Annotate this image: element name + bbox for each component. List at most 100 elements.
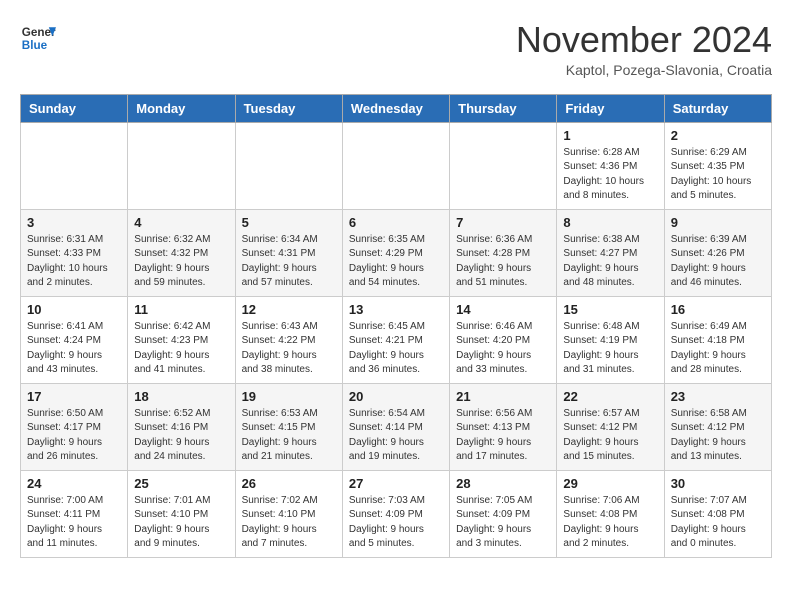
calendar-day-cell: 2 Sunrise: 6:29 AM Sunset: 4:35 PM Daylig… bbox=[664, 122, 771, 209]
day-number: 18 bbox=[134, 389, 228, 404]
calendar-day-cell: 17 Sunrise: 6:50 AM Sunset: 4:17 PM Dayli… bbox=[21, 383, 128, 470]
day-of-week-header: Saturday bbox=[664, 94, 771, 122]
day-of-week-header: Thursday bbox=[450, 94, 557, 122]
day-info: Sunrise: 7:06 AM Sunset: 4:08 PM Dayligh… bbox=[563, 494, 657, 552]
day-number: 16 bbox=[671, 302, 765, 317]
day-number: 23 bbox=[671, 389, 765, 404]
calendar-week-row: 17 Sunrise: 6:50 AM Sunset: 4:17 PM Dayli… bbox=[21, 383, 772, 470]
day-info: Sunrise: 6:36 AM Sunset: 4:28 PM Dayligh… bbox=[456, 233, 550, 291]
day-info: Sunrise: 6:31 AM Sunset: 4:33 PM Dayligh… bbox=[27, 233, 121, 291]
calendar-header-row: SundayMondayTuesdayWednesdayThursdayFrid… bbox=[21, 94, 772, 122]
day-number: 1 bbox=[563, 128, 657, 143]
calendar-day-cell: 22Sunrise: 6:57 AM Sunset: 4:12 PM Dayli… bbox=[557, 383, 664, 470]
day-number: 14 bbox=[456, 302, 550, 317]
day-info: Sunrise: 6:38 AM Sunset: 4:27 PM Dayligh… bbox=[563, 233, 657, 291]
day-number: 12 bbox=[242, 302, 336, 317]
calendar-day-cell bbox=[235, 122, 342, 209]
day-number: 8 bbox=[563, 215, 657, 230]
day-info: Sunrise: 6:35 AM Sunset: 4:29 PM Dayligh… bbox=[349, 233, 443, 291]
day-info: Sunrise: 6:54 AM Sunset: 4:14 PM Dayligh… bbox=[349, 407, 443, 465]
calendar-week-row: 1 Sunrise: 6:28 AM Sunset: 4:36 PM Daylig… bbox=[21, 122, 772, 209]
day-info: Sunrise: 7:07 AM Sunset: 4:08 PM Dayligh… bbox=[671, 494, 765, 552]
day-info: Sunrise: 6:45 AM Sunset: 4:21 PM Dayligh… bbox=[349, 320, 443, 378]
day-info: Sunrise: 6:56 AM Sunset: 4:13 PM Dayligh… bbox=[456, 407, 550, 465]
calendar-day-cell: 28 Sunrise: 7:05 AM Sunset: 4:09 PM Dayli… bbox=[450, 470, 557, 557]
day-of-week-header: Monday bbox=[128, 94, 235, 122]
logo-icon: General Blue bbox=[20, 20, 56, 56]
day-number: 7 bbox=[456, 215, 550, 230]
calendar-day-cell: 8 Sunrise: 6:38 AM Sunset: 4:27 PM Daylig… bbox=[557, 209, 664, 296]
day-info: Sunrise: 6:46 AM Sunset: 4:20 PM Dayligh… bbox=[456, 320, 550, 378]
month-title: November 2024 bbox=[516, 20, 772, 60]
day-info: Sunrise: 6:50 AM Sunset: 4:17 PM Dayligh… bbox=[27, 407, 121, 465]
calendar-day-cell: 9 Sunrise: 6:39 AM Sunset: 4:26 PM Daylig… bbox=[664, 209, 771, 296]
svg-text:Blue: Blue bbox=[22, 39, 48, 52]
calendar-table: SundayMondayTuesdayWednesdayThursdayFrid… bbox=[20, 94, 772, 558]
day-number: 25 bbox=[134, 476, 228, 491]
calendar-day-cell: 3 Sunrise: 6:31 AM Sunset: 4:33 PM Daylig… bbox=[21, 209, 128, 296]
day-number: 20 bbox=[349, 389, 443, 404]
day-number: 9 bbox=[671, 215, 765, 230]
calendar-day-cell bbox=[128, 122, 235, 209]
day-of-week-header: Sunday bbox=[21, 94, 128, 122]
day-number: 24 bbox=[27, 476, 121, 491]
day-info: Sunrise: 6:49 AM Sunset: 4:18 PM Dayligh… bbox=[671, 320, 765, 378]
calendar-day-cell: 7 Sunrise: 6:36 AM Sunset: 4:28 PM Daylig… bbox=[450, 209, 557, 296]
header: General Blue November 2024 Kaptol, Pozeg… bbox=[20, 20, 772, 78]
day-number: 17 bbox=[27, 389, 121, 404]
calendar-day-cell bbox=[450, 122, 557, 209]
day-info: Sunrise: 6:29 AM Sunset: 4:35 PM Dayligh… bbox=[671, 146, 765, 204]
day-number: 29 bbox=[563, 476, 657, 491]
calendar-week-row: 10 Sunrise: 6:41 AM Sunset: 4:24 PM Dayli… bbox=[21, 296, 772, 383]
day-number: 30 bbox=[671, 476, 765, 491]
day-info: Sunrise: 6:32 AM Sunset: 4:32 PM Dayligh… bbox=[134, 233, 228, 291]
day-number: 19 bbox=[242, 389, 336, 404]
calendar-week-row: 3 Sunrise: 6:31 AM Sunset: 4:33 PM Daylig… bbox=[21, 209, 772, 296]
calendar-day-cell bbox=[342, 122, 449, 209]
day-info: Sunrise: 6:41 AM Sunset: 4:24 PM Dayligh… bbox=[27, 320, 121, 378]
calendar-day-cell: 18 Sunrise: 6:52 AM Sunset: 4:16 PM Dayli… bbox=[128, 383, 235, 470]
day-number: 27 bbox=[349, 476, 443, 491]
calendar-day-cell: 6 Sunrise: 6:35 AM Sunset: 4:29 PM Daylig… bbox=[342, 209, 449, 296]
day-number: 10 bbox=[27, 302, 121, 317]
day-number: 13 bbox=[349, 302, 443, 317]
calendar-week-row: 24Sunrise: 7:00 AM Sunset: 4:11 PM Dayli… bbox=[21, 470, 772, 557]
calendar-day-cell: 16 Sunrise: 6:49 AM Sunset: 4:18 PM Dayli… bbox=[664, 296, 771, 383]
day-number: 15 bbox=[563, 302, 657, 317]
day-info: Sunrise: 6:48 AM Sunset: 4:19 PM Dayligh… bbox=[563, 320, 657, 378]
location-subtitle: Kaptol, Pozega-Slavonia, Croatia bbox=[516, 62, 772, 78]
title-area: November 2024 Kaptol, Pozega-Slavonia, C… bbox=[516, 20, 772, 78]
day-number: 6 bbox=[349, 215, 443, 230]
calendar-day-cell: 24Sunrise: 7:00 AM Sunset: 4:11 PM Dayli… bbox=[21, 470, 128, 557]
day-info: Sunrise: 6:58 AM Sunset: 4:12 PM Dayligh… bbox=[671, 407, 765, 465]
day-of-week-header: Friday bbox=[557, 94, 664, 122]
calendar-day-cell: 26Sunrise: 7:02 AM Sunset: 4:10 PM Dayli… bbox=[235, 470, 342, 557]
calendar-day-cell: 25 Sunrise: 7:01 AM Sunset: 4:10 PM Dayli… bbox=[128, 470, 235, 557]
day-number: 4 bbox=[134, 215, 228, 230]
day-info: Sunrise: 6:34 AM Sunset: 4:31 PM Dayligh… bbox=[242, 233, 336, 291]
day-number: 2 bbox=[671, 128, 765, 143]
calendar-day-cell: 21 Sunrise: 6:56 AM Sunset: 4:13 PM Dayli… bbox=[450, 383, 557, 470]
day-info: Sunrise: 7:02 AM Sunset: 4:10 PM Dayligh… bbox=[242, 494, 336, 552]
day-number: 28 bbox=[456, 476, 550, 491]
day-info: Sunrise: 6:52 AM Sunset: 4:16 PM Dayligh… bbox=[134, 407, 228, 465]
calendar-day-cell: 11Sunrise: 6:42 AM Sunset: 4:23 PM Dayli… bbox=[128, 296, 235, 383]
calendar-day-cell: 20 Sunrise: 6:54 AM Sunset: 4:14 PM Dayli… bbox=[342, 383, 449, 470]
day-info: Sunrise: 7:05 AM Sunset: 4:09 PM Dayligh… bbox=[456, 494, 550, 552]
day-info: Sunrise: 6:43 AM Sunset: 4:22 PM Dayligh… bbox=[242, 320, 336, 378]
day-info: Sunrise: 6:53 AM Sunset: 4:15 PM Dayligh… bbox=[242, 407, 336, 465]
calendar-day-cell: 10 Sunrise: 6:41 AM Sunset: 4:24 PM Dayli… bbox=[21, 296, 128, 383]
day-info: Sunrise: 6:28 AM Sunset: 4:36 PM Dayligh… bbox=[563, 146, 657, 204]
day-info: Sunrise: 6:39 AM Sunset: 4:26 PM Dayligh… bbox=[671, 233, 765, 291]
day-number: 11 bbox=[134, 302, 228, 317]
day-number: 3 bbox=[27, 215, 121, 230]
day-number: 21 bbox=[456, 389, 550, 404]
day-info: Sunrise: 6:57 AM Sunset: 4:12 PM Dayligh… bbox=[563, 407, 657, 465]
calendar-day-cell: 15 Sunrise: 6:48 AM Sunset: 4:19 PM Dayli… bbox=[557, 296, 664, 383]
calendar-day-cell: 13 Sunrise: 6:45 AM Sunset: 4:21 PM Dayli… bbox=[342, 296, 449, 383]
calendar-day-cell bbox=[21, 122, 128, 209]
day-of-week-header: Tuesday bbox=[235, 94, 342, 122]
calendar-day-cell: 14 Sunrise: 6:46 AM Sunset: 4:20 PM Dayli… bbox=[450, 296, 557, 383]
calendar-day-cell: 19 Sunrise: 6:53 AM Sunset: 4:15 PM Dayli… bbox=[235, 383, 342, 470]
day-info: Sunrise: 7:01 AM Sunset: 4:10 PM Dayligh… bbox=[134, 494, 228, 552]
